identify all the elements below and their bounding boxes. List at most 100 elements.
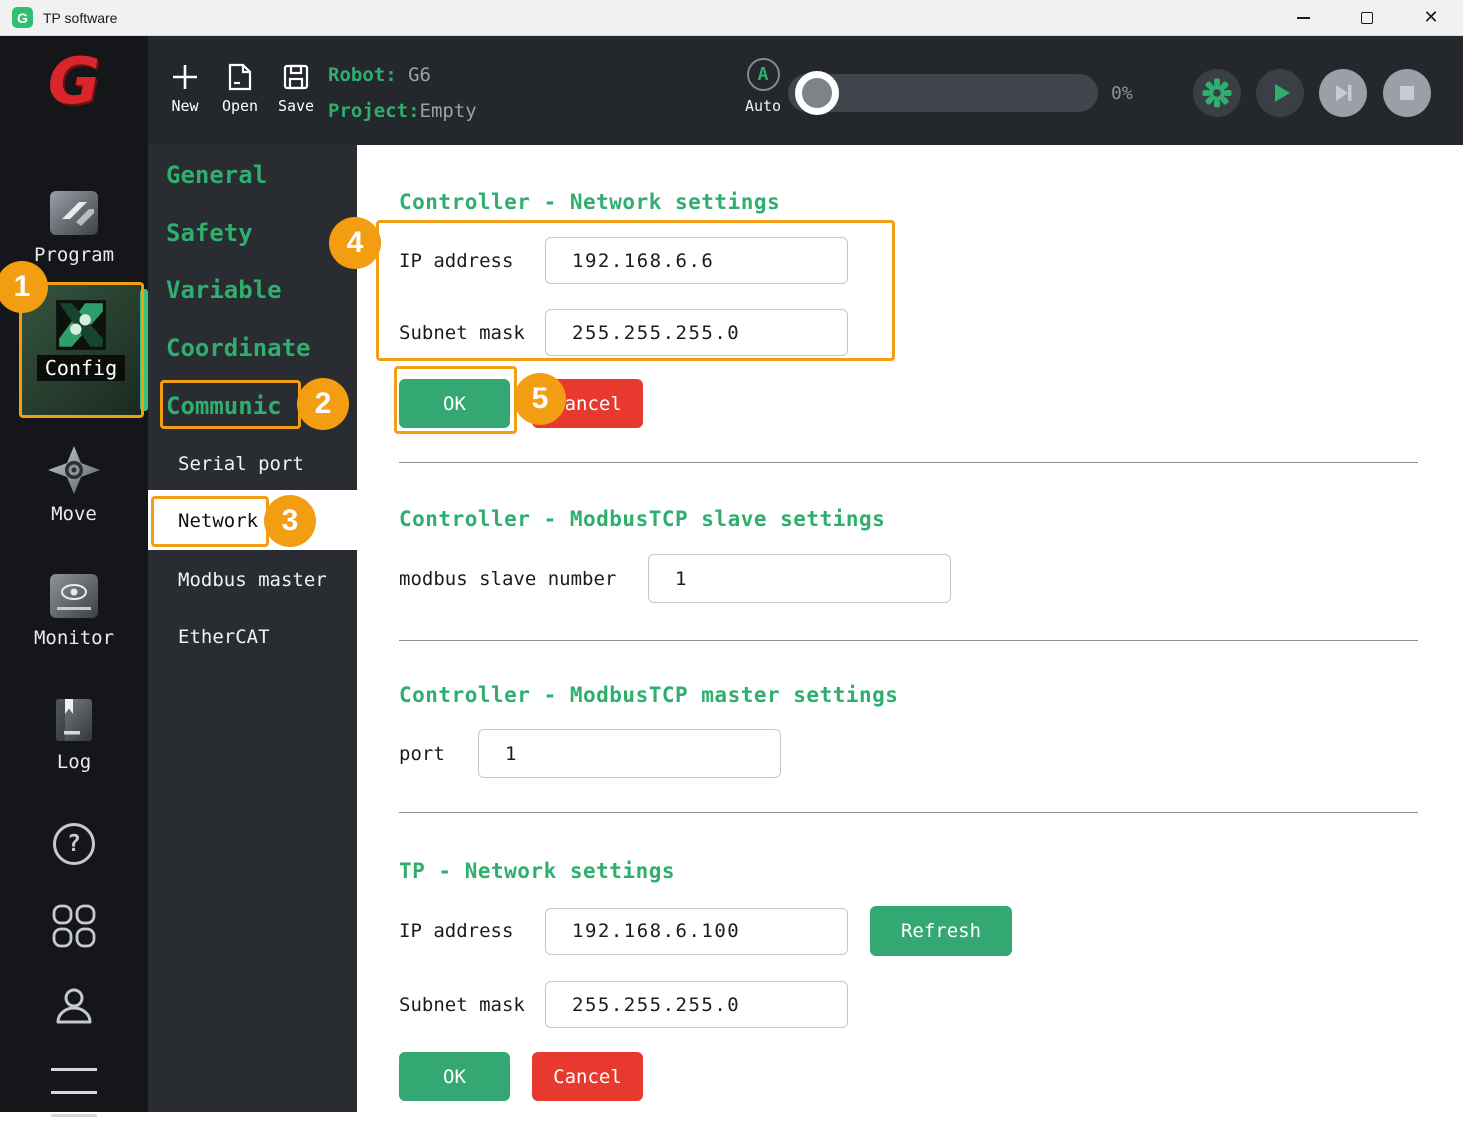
close-button[interactable]: ✕: [1399, 0, 1463, 35]
menu-item-coordinate[interactable]: Coordinate: [148, 334, 357, 362]
step-icon: [1327, 77, 1359, 109]
auto-mode[interactable]: A Auto: [743, 58, 783, 115]
menu-item-safety[interactable]: Safety: [148, 219, 357, 247]
robot-label: Robot:: [328, 64, 397, 86]
controller-subnet-input[interactable]: [545, 309, 848, 356]
tp-subnet-mask-label: Subnet mask: [399, 994, 545, 1016]
tp-subnet-input[interactable]: [545, 981, 848, 1028]
minimize-button[interactable]: [1271, 0, 1335, 35]
step-button[interactable]: [1319, 69, 1367, 117]
menu-item-ethercat[interactable]: EtherCAT: [148, 626, 357, 648]
sidebar-item-apps[interactable]: [0, 903, 148, 949]
project-label: Project:: [328, 100, 420, 122]
subnet-mask-label: Subnet mask: [399, 322, 545, 344]
button-row: OK Cancel: [399, 1052, 1463, 1101]
field-row: modbus slave number: [399, 554, 1463, 603]
open-label: Open: [222, 97, 258, 115]
sidebar-item-help[interactable]: ?: [0, 823, 148, 865]
stop-icon: [1391, 77, 1423, 109]
port-label: port: [399, 743, 478, 765]
sidebar: G Program Config: [0, 36, 148, 1112]
sidebar-item-label: Log: [57, 751, 91, 773]
modbus-master-port-input[interactable]: [478, 729, 781, 778]
field-row: IP address: [399, 237, 1463, 284]
tp-network-ok-button[interactable]: OK: [399, 1052, 510, 1101]
modbus-slave-number-input[interactable]: [648, 554, 951, 603]
menu-icon-line: [51, 1091, 97, 1094]
sidebar-item-label: Program: [34, 244, 114, 266]
menu-item-serial-port[interactable]: Serial port: [148, 453, 357, 475]
menu-item-variable[interactable]: Variable: [148, 276, 357, 304]
menu-icon: [51, 1068, 97, 1071]
apps-icon: [51, 903, 97, 949]
settings-button[interactable]: [1193, 69, 1241, 117]
brand-logo: G: [0, 50, 148, 114]
sidebar-item-label: Move: [51, 503, 97, 525]
sidebar-item-user[interactable]: [0, 983, 148, 1029]
help-glyph: ?: [67, 831, 81, 857]
new-file-icon: [170, 62, 200, 92]
open-button[interactable]: Open: [211, 62, 269, 115]
active-indicator: [140, 289, 148, 411]
auto-mode-badge: A: [747, 58, 780, 91]
sidebar-item-log[interactable]: Log: [0, 697, 148, 773]
run-button[interactable]: [1256, 69, 1304, 117]
sidebar-item-monitor[interactable]: Monitor: [0, 573, 148, 649]
save-label: Save: [278, 97, 314, 115]
close-icon: ✕: [1423, 7, 1438, 28]
config-icon: [53, 297, 109, 353]
controller-ip-input[interactable]: [545, 237, 848, 284]
menu-item-modbus-master[interactable]: Modbus master: [148, 569, 357, 591]
field-row: IP address Refresh: [399, 906, 1463, 956]
button-row: OK Cancel: [399, 379, 1463, 428]
save-button[interactable]: Save: [267, 62, 325, 115]
save-icon: [281, 62, 311, 92]
title-bar: G TP software ✕: [0, 0, 1463, 36]
log-icon: [51, 697, 97, 743]
sidebar-item-config[interactable]: Config: [22, 285, 140, 415]
window-title: TP software: [43, 10, 117, 26]
speed-slider[interactable]: [788, 74, 1098, 112]
menu-item-general[interactable]: General: [148, 161, 357, 189]
help-icon: ?: [53, 823, 95, 865]
minimize-icon: [1297, 17, 1310, 19]
auto-mode-label: Auto: [745, 97, 781, 115]
sidebar-item-program[interactable]: Program: [0, 190, 148, 266]
new-label: New: [171, 97, 198, 115]
menu-icon-line: [51, 1114, 97, 1117]
project-line: Project:Empty: [328, 102, 477, 121]
modbus-slave-number-label: modbus slave number: [399, 568, 648, 590]
gear-icon: [1202, 78, 1232, 108]
speed-percent: 0%: [1111, 83, 1133, 104]
brand-g-icon: G: [48, 50, 101, 114]
project-value: Empty: [420, 100, 477, 122]
window-controls: ✕: [1271, 0, 1463, 35]
sidebar-item-label: Config: [37, 355, 125, 381]
tp-ip-address-label: IP address: [399, 920, 545, 942]
sidebar-item-move[interactable]: Move: [0, 445, 148, 525]
menu-item-communic[interactable]: Communic: [148, 392, 357, 420]
refresh-button[interactable]: Refresh: [870, 906, 1012, 956]
open-file-icon: [225, 62, 255, 92]
field-row: port: [399, 729, 1463, 778]
section-title-modbustcp-master: Controller - ModbusTCP master settings: [399, 641, 1463, 707]
new-button[interactable]: New: [156, 62, 214, 115]
user-icon: [51, 983, 97, 1029]
tp-ip-input[interactable]: [545, 908, 848, 955]
move-icon: [47, 445, 101, 495]
section-title-tp-network: TP - Network settings: [399, 813, 1463, 883]
app-logo-small: G: [12, 7, 33, 28]
controller-network-ok-button[interactable]: OK: [399, 379, 510, 428]
ip-address-label: IP address: [399, 250, 545, 272]
field-row: Subnet mask: [399, 309, 1463, 356]
tp-network-cancel-button[interactable]: Cancel: [532, 1052, 643, 1101]
speed-slider-thumb[interactable]: [795, 71, 839, 115]
monitor-icon: [49, 573, 99, 619]
toolbar: New Open Save Robot: G6 Project:Empty A …: [148, 36, 1463, 145]
maximize-button[interactable]: [1335, 0, 1399, 35]
stop-button[interactable]: [1383, 69, 1431, 117]
sidebar-item-menu[interactable]: [0, 1058, 148, 1127]
menu-item-network[interactable]: Network: [148, 490, 357, 550]
controller-network-cancel-button[interactable]: Cancel: [532, 379, 643, 428]
robot-line: Robot: G6: [328, 66, 477, 85]
